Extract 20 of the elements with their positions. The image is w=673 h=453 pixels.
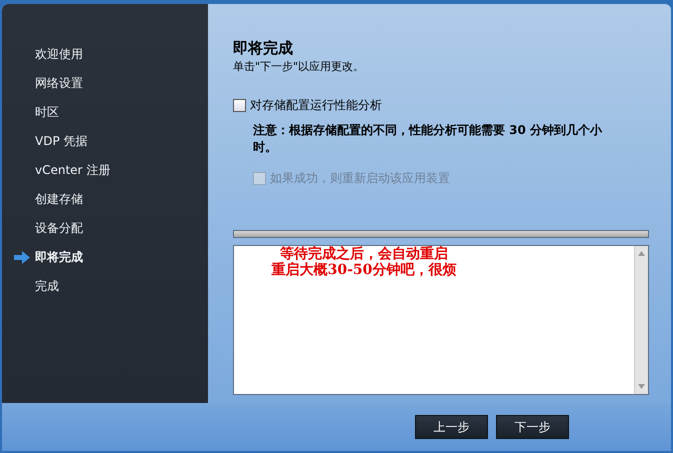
checkbox[interactable] [233,99,246,112]
sidebar-item[interactable]: vCenter 注册 [35,162,110,179]
sidebar-item[interactable]: 时区 [35,104,59,121]
sidebar-item[interactable]: 欢迎使用 [35,46,83,63]
sidebar-item[interactable]: 设备分配 [35,220,83,237]
nav-button[interactable]: 上一步 [415,415,488,439]
checkbox-label: 对存储配置运行性能分析 [250,97,382,114]
sidebar-item[interactable]: 即将完成 [35,249,83,266]
scrollbar[interactable] [634,246,648,394]
sidebar-item[interactable]: VDP 凭据 [35,133,88,150]
annotation-text: 等待完成之后，会自动重启 重启大概30-50分钟吧，很烦 [270,246,458,278]
nav-button[interactable]: 下一步 [496,415,569,439]
sidebar-item[interactable]: 创建存储 [35,191,83,208]
arrow-icon [14,251,30,264]
checkbox-label: 如果成功，则重新启动该应用装置 [270,170,450,187]
page-title: 即将完成 [233,39,294,57]
sidebar-item[interactable]: 网络设置 [35,75,83,92]
page-subtitle: 单击"下一步"以应用更改。 [233,59,364,74]
note-text: 注意：根据存储配置的不同，性能分析可能需要 30 分钟到几个小时。 [253,122,604,156]
sidebar-item[interactable]: 完成 [35,278,59,295]
